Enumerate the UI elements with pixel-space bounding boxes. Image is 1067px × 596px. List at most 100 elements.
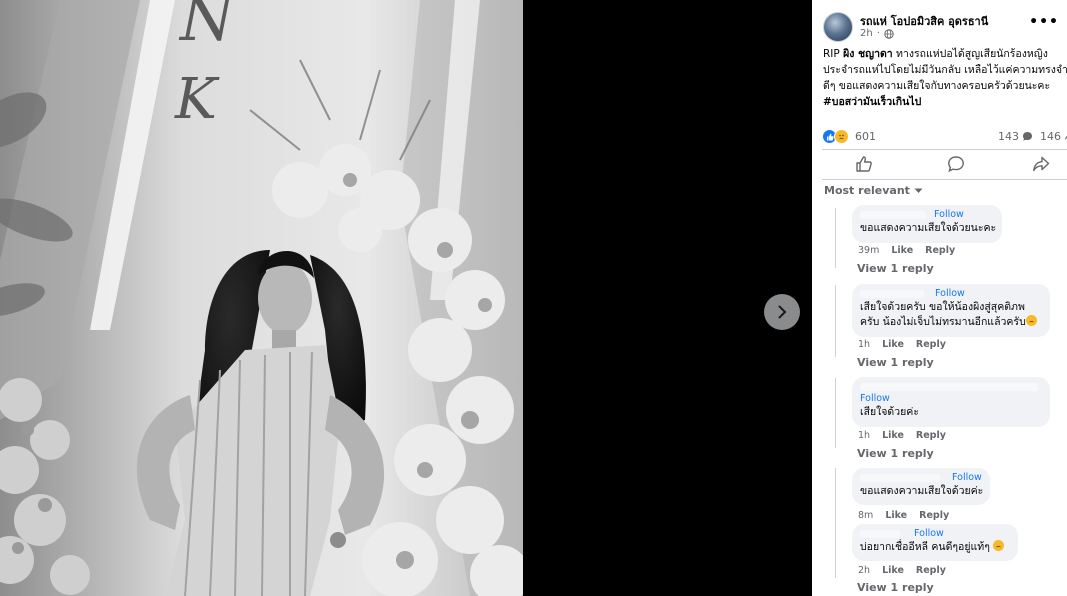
follow-link[interactable]: Follow <box>952 472 982 484</box>
share-button[interactable] <box>1032 155 1052 175</box>
view-replies-link[interactable]: View 1 reply <box>857 262 934 275</box>
commenter-row: Follow <box>860 528 1010 540</box>
commenter-row: Follow <box>860 288 1042 300</box>
comment-count-number: 143 <box>998 130 1019 143</box>
like-icon <box>856 156 872 172</box>
follow-link[interactable]: Follow <box>914 528 944 540</box>
comment-reply-link[interactable]: Reply <box>916 565 946 576</box>
post-text-line: ดีๆ ขอแสดงความเสียใจกับทางครอบครัวด้วยนะ… <box>823 78 1067 94</box>
comment-like-link[interactable]: Like <box>882 430 904 441</box>
comment-like-link[interactable]: Like <box>882 339 904 350</box>
commenter-row <box>860 381 1042 393</box>
post-text-line: RIP ผิง ชญาดา ทางรถแห่ปอได้สูญเสียนักร้อ… <box>823 46 1067 62</box>
comment-bubble: Follow บ่อยากเชื่ออีหลี คนดีๆอยู่แท้ๆ <box>852 524 1018 561</box>
more-icon: ••• <box>1029 14 1059 30</box>
post-text-line: #บอสว่ามันเร็วเกินไป <box>823 94 1067 110</box>
commenter-name[interactable] <box>860 290 924 298</box>
post-header: รถแห่ โอปอมิวสิค อุดรธานี 2h · ••• <box>823 10 1067 42</box>
comment-like-link[interactable]: Like <box>882 565 904 576</box>
comment-count-icon <box>1023 132 1032 141</box>
globe-icon <box>884 28 894 39</box>
post-text-line: ประจำรถแห่ไปโดยไม่มีวันกลับ เหลือไว้แค่ค… <box>823 62 1067 78</box>
comment-meta: 8m Like Reply <box>858 510 949 521</box>
comment-text: ขอแสดงความเสียใจด้วยค่ะ <box>860 485 984 497</box>
commenter-name[interactable] <box>860 383 1038 391</box>
commenter-name[interactable] <box>860 211 926 219</box>
post-photo[interactable]: N K <box>0 0 523 596</box>
comment-count[interactable]: 143 <box>998 130 1033 143</box>
comment-meta: 1h Like Reply <box>858 430 946 441</box>
next-photo-button[interactable] <box>764 294 800 330</box>
separator-dot: · <box>876 28 880 39</box>
sad-emoji-icon <box>993 540 1005 551</box>
photo-viewer: N K <box>0 0 812 596</box>
comment-icon <box>948 156 964 173</box>
sort-label: Most relevant <box>824 184 910 197</box>
page-avatar[interactable] <box>823 12 853 42</box>
commenter-name[interactable] <box>860 474 940 482</box>
post-text-rest: ดีๆ ขอแสดงความเสียใจกับทางครอบครัวด้วยนะ… <box>823 80 1051 92</box>
comment-text-line: บ่อยากเชื่ออีหลี คนดีๆอยู่แท้ๆ <box>860 540 1010 555</box>
post-text: RIP ผิง ชญาดา ทางรถแห่ปอได้สูญเสียนักร้อ… <box>823 46 1067 110</box>
reaction-icons[interactable] <box>822 129 849 144</box>
view-replies-link[interactable]: View 1 reply <box>857 581 934 594</box>
comment-text: เสียใจด้วยครับ ขอให้น้องผิงสู่สุคติภพ <box>860 301 1025 313</box>
post-text-prefix: RIP <box>823 48 844 60</box>
comment-reply-link[interactable]: Reply <box>919 510 949 521</box>
comment-text: บ่อยากเชื่ออีหลี คนดีๆอยู่แท้ๆ <box>860 541 990 553</box>
view-replies-link[interactable]: View 1 reply <box>857 447 934 460</box>
photo-illustration: N K <box>0 0 523 596</box>
commenter-row: Follow <box>860 209 994 221</box>
reaction-count[interactable]: 601 <box>855 130 876 143</box>
comment-time[interactable]: 8m <box>858 510 873 521</box>
follow-link[interactable]: Follow <box>935 288 965 300</box>
tagged-name[interactable]: ผิง ชญาดา <box>843 48 893 60</box>
comment-reply-link[interactable]: Reply <box>916 339 946 350</box>
view-replies-link[interactable]: View 1 reply <box>857 356 934 369</box>
like-button[interactable] <box>855 155 875 175</box>
more-options-button[interactable]: ••• <box>1029 14 1059 30</box>
share-count[interactable]: 146 <box>1040 130 1067 143</box>
share-count-number: 146 <box>1040 130 1061 143</box>
monogram-k: K <box>174 67 220 132</box>
post-action-bar <box>822 151 1067 179</box>
post-time-text[interactable]: 2h <box>860 28 873 39</box>
comment-like-link[interactable]: Like <box>891 245 913 256</box>
comment-bubble: Follow ขอแสดงความเสียใจด้วยค่ะ <box>852 468 990 505</box>
comment-time[interactable]: 2h <box>858 565 870 576</box>
post-timestamp: 2h · <box>860 28 894 39</box>
comment-bubble: Follow เสียใจด้วยครับ ขอให้น้องผิงสู่สุค… <box>852 284 1050 337</box>
post-text-rest: ประจำรถแห่ไปโดยไม่มีวันกลับ เหลือไว้แค่ค… <box>823 64 1067 76</box>
comment-sort-dropdown[interactable]: Most relevant <box>824 184 923 197</box>
comment-text-line: ครับ น้องไม่เจ็บไม่ทรมานอีกแล้วครับ <box>860 315 1042 330</box>
comment-time[interactable]: 1h <box>858 339 870 350</box>
caret-down-icon <box>914 188 923 193</box>
thread-line <box>835 285 836 357</box>
commenter-name[interactable] <box>860 530 900 538</box>
comment-meta: 39m Like Reply <box>858 245 955 256</box>
post-text-rest: ทางรถแห่ปอได้สูญเสียนักร้องหญิง <box>892 48 1048 60</box>
share-icon <box>1033 156 1050 172</box>
divider <box>822 149 1067 150</box>
follow-link[interactable]: Follow <box>934 209 964 221</box>
comment-reply-link[interactable]: Reply <box>916 430 946 441</box>
thread-line <box>835 378 836 448</box>
comment-bubble: Follow เสียใจด้วยค่ะ <box>852 377 1050 427</box>
sad-emoji-icon <box>1025 315 1037 326</box>
comment-bubble: Follow ขอแสดงความเสียใจด้วยนะคะ <box>852 205 1002 243</box>
comment-meta: 2h Like Reply <box>858 565 946 576</box>
comment-like-link[interactable]: Like <box>885 510 907 521</box>
comment-reply-link[interactable]: Reply <box>925 245 955 256</box>
comment-time[interactable]: 39m <box>858 245 879 256</box>
hashtag-link[interactable]: #บอสว่ามันเร็วเกินไป <box>823 96 921 108</box>
thread-line <box>835 208 836 268</box>
monogram-n: N <box>178 0 237 55</box>
comment-text: เสียใจด้วยค่ะ <box>860 406 919 418</box>
thread-line <box>835 468 836 578</box>
comment-button[interactable] <box>947 155 967 175</box>
follow-link[interactable]: Follow <box>860 393 890 405</box>
commenter-row: Follow <box>860 472 982 484</box>
sad-reaction-icon <box>834 129 849 144</box>
comment-time[interactable]: 1h <box>858 430 870 441</box>
chevron-right-icon <box>778 305 787 319</box>
